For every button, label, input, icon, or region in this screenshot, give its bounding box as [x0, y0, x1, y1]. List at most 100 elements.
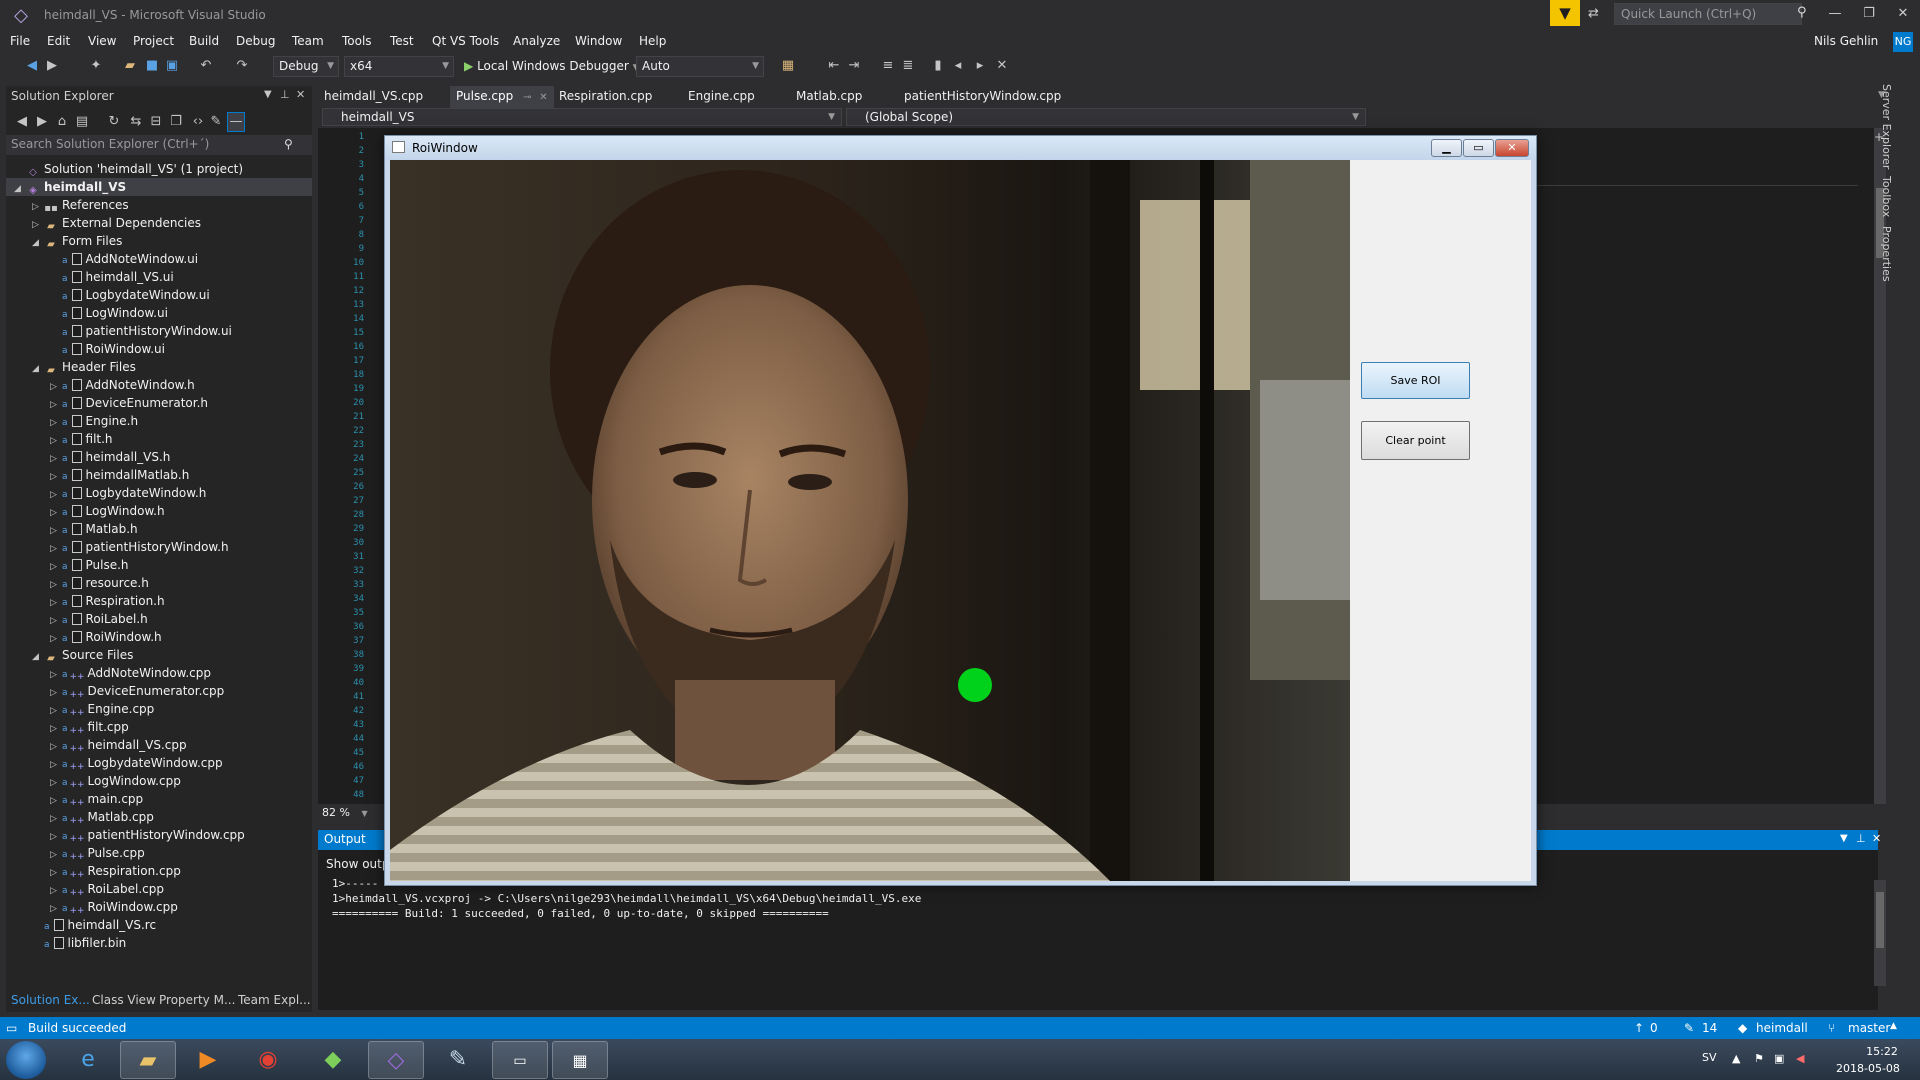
tree-item[interactable]: a LogWindow.ui	[6, 304, 312, 322]
tree-item[interactable]: ◢ ▰ Form Files	[6, 232, 312, 250]
tree-item[interactable]: ▷ a ++ main.cpp	[6, 790, 312, 808]
tree-item[interactable]: a AddNoteWindow.ui	[6, 250, 312, 268]
clear-point-button[interactable]: Clear point	[1361, 421, 1470, 460]
menu-project[interactable]: Project	[133, 32, 174, 50]
solution-search-input[interactable]: Search Solution Explorer (Ctrl+´)	[6, 135, 312, 155]
roi-marker[interactable]	[958, 668, 992, 702]
tree-item[interactable]: ▷ a heimdall_VS.h	[6, 448, 312, 466]
menu-help[interactable]: Help	[639, 32, 666, 50]
pending-push-count[interactable]: 0	[1650, 1021, 1658, 1035]
close-button[interactable]: ✕	[1890, 4, 1916, 24]
minimize-button[interactable]: —	[1822, 4, 1848, 24]
next-bookmark-icon[interactable]: ▸	[972, 57, 988, 75]
tree-item[interactable]: ▷ a ++ heimdall_VS.cpp	[6, 736, 312, 754]
tree-item[interactable]: ◢ ◈ heimdall_VS	[6, 178, 312, 196]
configuration-select[interactable]: Debug ▼	[273, 56, 339, 77]
tree-item[interactable]: ▷ a ++ patientHistoryWindow.cpp	[6, 826, 312, 844]
tab-matlab-cpp[interactable]: Matlab.cpp	[790, 86, 868, 108]
search-icon[interactable]: ⚲	[1797, 5, 1807, 20]
sync-icon[interactable]: ⇆	[128, 113, 144, 131]
tree-item[interactable]: ▷ a Matlab.h	[6, 520, 312, 538]
tree-item[interactable]: a heimdall_VS.rc	[6, 916, 312, 934]
roi-minimize-button[interactable]: ▁	[1431, 139, 1462, 157]
visual-studio-icon[interactable]: ◇	[368, 1041, 424, 1079]
tab-server-explorer[interactable]: Server Explorer	[1880, 84, 1893, 169]
tab-solution-explorer[interactable]: Solution Ex...	[11, 990, 90, 1010]
start-button[interactable]	[6, 1041, 46, 1079]
roi-maximize-button[interactable]: ▭	[1463, 139, 1494, 157]
tab-properties[interactable]: Properties	[1880, 226, 1893, 282]
tree-item[interactable]: ▷ a Pulse.h	[6, 556, 312, 574]
find-in-files-icon[interactable]: ▦	[780, 57, 796, 75]
tab-team-explorer[interactable]: Team Expl...	[238, 990, 311, 1010]
save-all-icon[interactable]: ▣	[164, 57, 180, 75]
menu-tools[interactable]: Tools	[342, 32, 372, 50]
tree-item[interactable]: a RoiWindow.ui	[6, 340, 312, 358]
quick-launch-input[interactable]: Quick Launch (Ctrl+Q)	[1614, 3, 1802, 25]
switch-view-icon[interactable]: ▤	[74, 113, 90, 131]
clear-bookmarks-icon[interactable]: ✕	[994, 57, 1010, 75]
project-scope-select[interactable]: heimdall_VS ▼	[322, 108, 842, 126]
bookmark-icon[interactable]: ▮	[930, 57, 946, 75]
forward-icon[interactable]: ▶	[34, 113, 50, 131]
zoom-level[interactable]: 82 % ▼	[322, 806, 368, 819]
repository-name[interactable]: heimdall	[1756, 1021, 1808, 1035]
show-hidden-icons-icon[interactable]: ▲	[1732, 1052, 1740, 1065]
tree-item[interactable]: ▷ a filt.h	[6, 430, 312, 448]
menu-window[interactable]: Window	[575, 32, 622, 50]
tree-item[interactable]: a LogbydateWindow.ui	[6, 286, 312, 304]
menu-build[interactable]: Build	[189, 32, 219, 50]
preview-icon[interactable]: —	[227, 112, 245, 132]
home-icon[interactable]: ⌂	[54, 113, 70, 131]
tab-pulse-cpp[interactable]: Pulse.cpp ⊸ ✕	[450, 86, 554, 108]
redo-icon[interactable]: ↷	[234, 57, 250, 75]
indent-icon[interactable]: ⇥	[846, 57, 862, 75]
pin-icon[interactable]: ⊸	[523, 92, 531, 103]
chrome-icon[interactable]: ◉	[240, 1041, 296, 1079]
back-icon[interactable]: ◀	[24, 57, 40, 75]
tree-item[interactable]: ▷ a ++ AddNoteWindow.cpp	[6, 664, 312, 682]
notification-flag-icon[interactable]: ▼	[1550, 0, 1580, 26]
tree-item[interactable]: ▷ ▪▪ References	[6, 196, 312, 214]
command-prompt-icon[interactable]: ▭	[492, 1041, 548, 1079]
pin-icon[interactable]: ⊥	[280, 88, 290, 101]
comment-icon[interactable]: ≡	[880, 57, 896, 75]
tree-item[interactable]: ▷ a RoiLabel.h	[6, 610, 312, 628]
close-panel-icon[interactable]: ✕	[296, 88, 305, 101]
tab-property-manager[interactable]: Property M...	[159, 990, 235, 1010]
media-player-icon[interactable]: ▶	[180, 1041, 236, 1079]
tree-item[interactable]: ◇ Solution 'heimdall_VS' (1 project)	[6, 160, 312, 178]
collapse-all-icon[interactable]: ⊟	[148, 113, 164, 131]
tree-item[interactable]: ▷ a LogbydateWindow.h	[6, 484, 312, 502]
clock-date[interactable]: 2018-05-08	[1836, 1062, 1900, 1075]
tree-item[interactable]: ▷ a ++ Respiration.cpp	[6, 862, 312, 880]
tree-item[interactable]: ▷ a Engine.h	[6, 412, 312, 430]
tab-toolbox[interactable]: Toolbox	[1880, 176, 1893, 217]
tree-item[interactable]: a heimdall_VS.ui	[6, 268, 312, 286]
menu-edit[interactable]: Edit	[47, 32, 70, 50]
language-indicator[interactable]: SV	[1702, 1051, 1717, 1064]
save-roi-button[interactable]: Save ROI	[1361, 362, 1470, 399]
menu-analyze[interactable]: Analyze	[513, 32, 560, 50]
restore-button[interactable]: ❐	[1856, 4, 1882, 24]
tree-item[interactable]: ▷ a ++ Engine.cpp	[6, 700, 312, 718]
network-icon[interactable]: ▣	[1774, 1052, 1784, 1065]
tree-item[interactable]: ▷ a Respiration.h	[6, 592, 312, 610]
menu-qt-vs-tools[interactable]: Qt VS Tools	[432, 32, 499, 50]
tree-item[interactable]: ▷ a ++ RoiWindow.cpp	[6, 898, 312, 916]
roi-window-task-icon[interactable]: ▦	[552, 1041, 608, 1079]
tree-item[interactable]: ▷ a DeviceEnumerator.h	[6, 394, 312, 412]
tab-class-view[interactable]: Class View	[92, 990, 156, 1010]
feedback-icon[interactable]: ⇄	[1588, 6, 1606, 22]
branch-name[interactable]: master	[1848, 1021, 1890, 1035]
tree-item[interactable]: ▷ ▰ External Dependencies	[6, 214, 312, 232]
global-scope-select[interactable]: (Global Scope) ▼	[846, 108, 1366, 126]
debugger-mode-select[interactable]: Auto ▼	[636, 56, 764, 77]
tree-item[interactable]: a libfiler.bin	[6, 934, 312, 952]
new-project-icon[interactable]: ✦	[88, 57, 104, 75]
close-tab-icon[interactable]: ✕	[539, 92, 547, 103]
search-icon[interactable]: ⚲	[284, 137, 293, 151]
menu-file[interactable]: File	[10, 32, 30, 50]
tree-item[interactable]: ▷ a LogWindow.h	[6, 502, 312, 520]
user-name[interactable]: Nils Gehlin	[1814, 34, 1878, 48]
